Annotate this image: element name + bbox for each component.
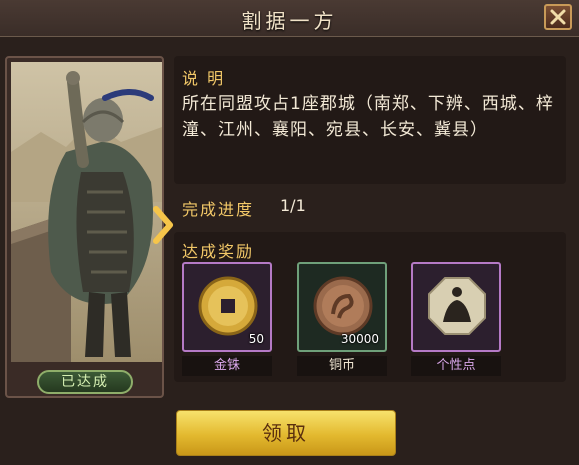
rewards-heading: 达成奖励 (182, 242, 255, 261)
reward-name: 金铢 (182, 356, 272, 376)
status-badge: 已达成 (37, 370, 133, 394)
chevron-right-icon (153, 206, 173, 244)
reward-frame: 50 (182, 262, 272, 352)
progress-value: 1/1 (280, 196, 306, 215)
close-icon (550, 9, 566, 25)
reward-name: 个性点 (411, 356, 501, 376)
claim-button[interactable]: 领取 (176, 410, 396, 456)
reward-frame: 30000 (297, 262, 387, 352)
general-portrait-card: 已达成 (5, 56, 164, 398)
gold-coin-icon (198, 276, 258, 336)
description-heading: 说 明 (182, 69, 226, 88)
trait-point-icon (428, 277, 486, 335)
warrior-portrait (11, 62, 162, 362)
copper-coin-icon (313, 276, 373, 336)
description-panel: 说 明 所在同盟攻占1座郡城（南郑、下辨、西城、梓潼、江州、襄阳、宛县、长安、冀… (174, 56, 566, 184)
reward-frame (411, 262, 501, 352)
reward-name: 铜币 (297, 356, 387, 376)
reward-quantity: 30000 (340, 332, 379, 346)
close-button[interactable] (544, 4, 572, 30)
page-title: 割据一方 (241, 9, 338, 33)
progress-label: 完成进度 (182, 200, 255, 219)
title-bar: 割据一方 (0, 0, 579, 37)
reward-quantity: 50 (248, 332, 264, 346)
description-text: 所在同盟攻占1座郡城（南郑、下辨、西城、梓潼、江州、襄阳、宛县、长安、冀县） (182, 94, 554, 140)
